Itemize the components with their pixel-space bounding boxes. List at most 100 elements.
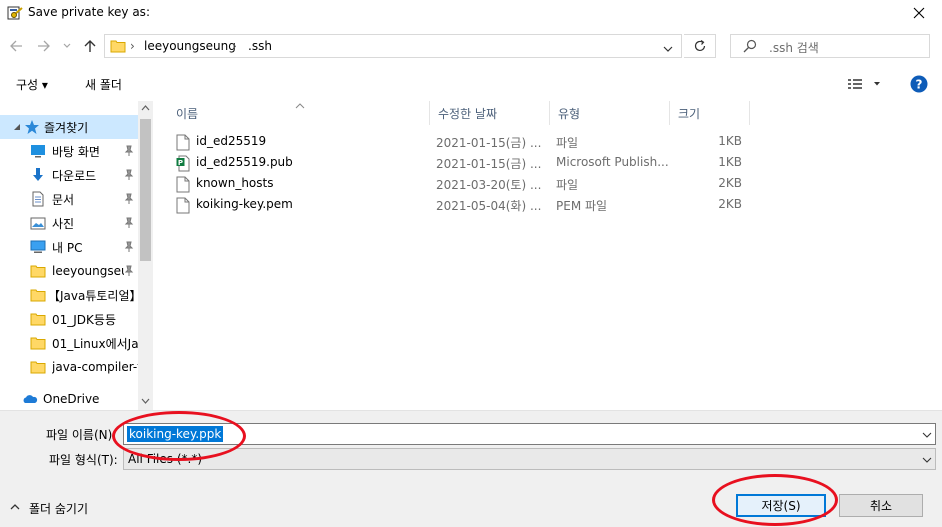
publisher-file-icon: P [176, 155, 190, 172]
arrow-left-icon [10, 40, 22, 52]
close-button[interactable] [896, 0, 942, 26]
nav-scrollbar-thumb[interactable] [140, 119, 151, 261]
folder-icon [30, 335, 46, 351]
nav-item-pictures[interactable]: 사진 [0, 211, 138, 235]
address-dropdown-button[interactable] [663, 42, 673, 52]
pin-icon [124, 193, 134, 205]
close-icon [913, 7, 925, 19]
chevron-up-icon [10, 504, 20, 510]
nav-item-label: 사진 [52, 216, 75, 231]
scroll-down-icon [141, 398, 150, 404]
refresh-icon [694, 40, 705, 52]
pin-icon [124, 265, 134, 277]
column-header-type[interactable]: 유형 [550, 101, 670, 125]
column-header-date[interactable]: 수정한 날짜 [430, 101, 550, 125]
pictures-icon [30, 215, 46, 231]
file-row[interactable]: known_hosts 2021-03-20(토) ... 파일 2KB [170, 173, 750, 194]
filename-label: 파일 이름(N): [46, 428, 117, 442]
file-list: 이름 수정한 날짜 유형 크기 id_ed25519 2021-01-15(금)… [154, 101, 942, 410]
help-button[interactable]: ? [910, 75, 928, 93]
command-bar: 구성 ▾ 새 폴더 ? [0, 68, 942, 100]
breadcrumb-item[interactable]: leeyoungseung [144, 39, 236, 53]
search-input[interactable]: .ssh 검색 [730, 34, 930, 58]
folder-icon [30, 359, 46, 375]
back-button[interactable] [6, 36, 26, 56]
nav-item-this-pc[interactable]: 내 PC [0, 235, 138, 259]
file-row[interactable]: P id_ed25519.pub 2021-01-15(금) ... Micro… [170, 152, 750, 173]
nav-item-label: 01_Linux에서Jav [52, 336, 138, 351]
nav-item-label: 바탕 화면 [52, 144, 100, 159]
pc-icon [30, 239, 46, 255]
filename-value: koiking-key.ppk [127, 426, 224, 442]
nav-item-label: 내 PC [52, 240, 83, 255]
file-icon [176, 197, 190, 214]
file-size: 2KB [718, 197, 742, 211]
file-row[interactable]: koiking-key.pem 2021-05-04(화) ... PEM 파일… [170, 194, 750, 215]
nav-item-label: 문서 [52, 192, 75, 207]
nav-item-label: 다운로드 [52, 168, 97, 183]
window-title: Save private key as: [28, 5, 150, 19]
nav-item-folder[interactable]: 【Java튜토리얼】 [0, 283, 138, 307]
address-bar[interactable]: › leeyoungseung › .ssh [104, 34, 682, 58]
folder-icon [110, 38, 126, 54]
filetype-value: All Files (*.*) [128, 452, 203, 466]
document-icon [30, 191, 46, 207]
file-name: koiking-key.pem [196, 197, 293, 211]
file-icon [176, 134, 190, 151]
file-row[interactable]: id_ed25519 2021-01-15(금) ... 파일 1KB [170, 131, 750, 152]
nav-item-label: 【Java튜토리얼】 [48, 288, 136, 303]
breadcrumb-item[interactable]: .ssh [248, 39, 272, 53]
address-row: › leeyoungseung › .ssh .ssh 검색 [0, 28, 942, 66]
file-name: known_hosts [196, 176, 274, 190]
help-icon: ? [910, 75, 928, 93]
new-folder-button[interactable]: 새 폴더 [85, 76, 122, 93]
hide-folders-toggle[interactable]: 폴더 숨기기 [10, 499, 150, 516]
file-date: 2021-05-04(화) ... [436, 199, 542, 213]
organize-button[interactable]: 구성 ▾ [16, 76, 48, 93]
hide-folders-label: 폴더 숨기기 [29, 502, 89, 516]
nav-item-documents[interactable]: 문서 [0, 187, 138, 211]
file-date: 2021-01-15(금) ... [436, 136, 542, 150]
folder-icon [30, 311, 46, 327]
nav-item-folder[interactable]: 01_JDK등등 [0, 307, 138, 331]
folder-icon [30, 263, 46, 279]
arrow-up-icon [84, 40, 96, 52]
chevron-down-icon [922, 454, 932, 464]
file-type: 파일 [556, 136, 579, 150]
file-size: 1KB [718, 134, 742, 148]
pin-icon [124, 169, 134, 181]
file-icon [176, 176, 190, 193]
nav-item-folder[interactable]: leeyoungseun [0, 259, 138, 283]
desktop-icon [30, 143, 46, 159]
nav-item-label: leeyoungseun [52, 264, 124, 278]
file-type: Microsoft Publish... [556, 155, 669, 169]
nav-item-label: 즐겨찾기 [44, 120, 89, 135]
column-header-size[interactable]: 크기 [670, 101, 750, 125]
chevron-down-icon[interactable] [922, 429, 932, 439]
scroll-up-icon [141, 105, 150, 111]
filename-input[interactable]: koiking-key.ppk [123, 423, 936, 445]
recent-locations-button[interactable] [60, 36, 74, 56]
nav-item-folder[interactable]: java-compiler-te [0, 355, 138, 379]
expand-arrow-icon [9, 119, 25, 135]
file-type: PEM 파일 [556, 199, 608, 213]
nav-item-folder[interactable]: 01_Linux에서Jav [0, 331, 138, 355]
nav-item-downloads[interactable]: 다운로드 [0, 163, 138, 187]
forward-button[interactable] [34, 36, 54, 56]
nav-item-quick-access[interactable]: 즐겨찾기 [0, 115, 138, 139]
view-options-button[interactable] [846, 76, 886, 92]
refresh-button[interactable] [684, 34, 716, 58]
up-button[interactable] [80, 36, 100, 56]
column-header-name[interactable]: 이름 [168, 101, 430, 125]
cancel-button[interactable]: 취소 [839, 494, 923, 517]
file-name: id_ed25519 [196, 134, 267, 148]
nav-scrollbar[interactable] [138, 101, 153, 410]
save-button[interactable]: 저장(S) [736, 494, 826, 517]
pin-icon [124, 217, 134, 229]
filetype-select[interactable]: All Files (*.*) [123, 448, 936, 470]
file-size: 1KB [718, 155, 742, 169]
nav-item-onedrive[interactable]: OneDrive [0, 387, 138, 410]
onedrive-icon [22, 391, 38, 407]
nav-item-desktop[interactable]: 바탕 화면 [0, 139, 138, 163]
star-icon [24, 119, 40, 135]
